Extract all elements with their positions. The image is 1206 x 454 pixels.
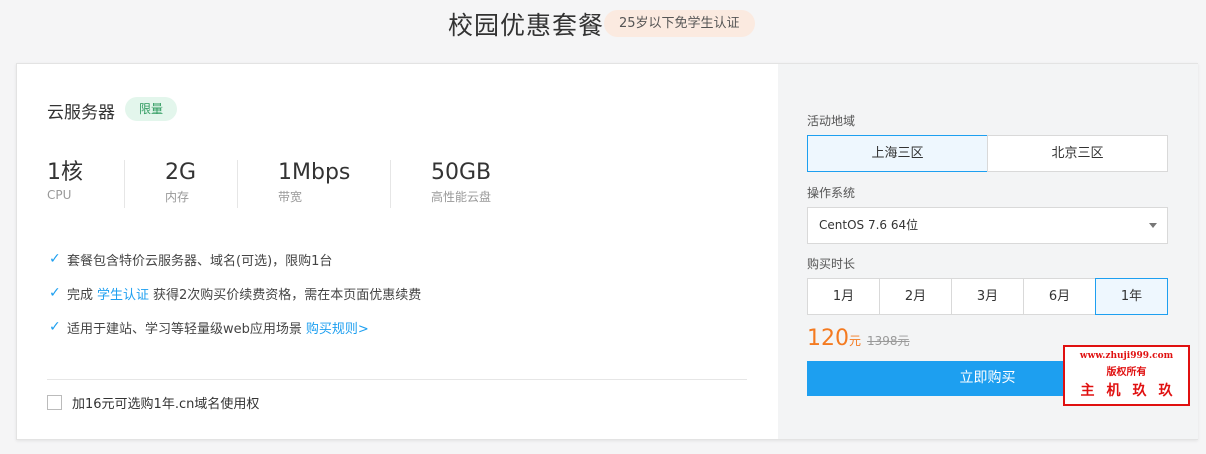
product-name: 云服务器 xyxy=(47,103,115,123)
duration-label: 购买时长 xyxy=(807,257,856,271)
feature-text: 获得2次购买价续费资格，需在本页面优惠续费 xyxy=(153,287,422,303)
spec-divider xyxy=(237,160,238,208)
spec-cpu: 1核 CPU xyxy=(47,158,83,202)
spec-bandwidth: 1Mbps 带宽 xyxy=(278,158,350,205)
watermark-brand: 主机玖玖 xyxy=(1080,383,1185,399)
purchase-rules-link[interactable]: 购买规则> xyxy=(306,318,369,337)
chevron-down-icon xyxy=(1149,223,1157,228)
spec-label: 高性能云盘 xyxy=(431,190,492,204)
feature-item: ✓ 套餐包含特价云服务器、域名(可选)，限购1台 xyxy=(49,249,332,269)
plan-card: 云服务器 限量 1核 CPU 2G 内存 1Mbps 带宽 50GB 高性能云盘… xyxy=(16,63,1198,440)
spec-disk: 50GB 高性能云盘 xyxy=(431,158,491,205)
spec-value: 50GB xyxy=(431,160,492,185)
spec-label: 带宽 xyxy=(278,190,303,204)
duration-selector: 1月 2月 3月 6月 1年 xyxy=(807,278,1168,315)
domain-addon-checkbox[interactable] xyxy=(47,395,62,410)
spec-memory: 2G 内存 xyxy=(165,158,196,205)
spec-divider xyxy=(124,160,125,208)
feature-item: ✓ 适用于建站、学习等轻量级web应用场景 购买规则> xyxy=(49,317,373,337)
duration-option-1m[interactable]: 1月 xyxy=(807,278,880,315)
spec-label: 内存 xyxy=(165,190,190,204)
check-icon: ✓ xyxy=(49,251,61,267)
plan-details: 云服务器 限量 1核 CPU 2G 内存 1Mbps 带宽 50GB 高性能云盘… xyxy=(17,64,778,439)
check-icon: ✓ xyxy=(49,285,61,301)
feature-item: ✓ 完成 学生认证 获得2次购买价续费资格，需在本页面优惠续费 xyxy=(49,283,421,303)
duration-option-3m[interactable]: 3月 xyxy=(951,278,1024,315)
student-badge: 25岁以下免学生认证 xyxy=(604,10,755,37)
watermark-stamp: www.zhuji999.com 版权所有 主机玖玖 xyxy=(1063,345,1190,406)
divider xyxy=(47,379,747,380)
original-price: 1398元 xyxy=(867,334,910,348)
feature-text: 完成 xyxy=(67,287,94,303)
duration-option-2m[interactable]: 2月 xyxy=(879,278,952,315)
spec-value: 1核 xyxy=(47,160,83,185)
duration-option-1y[interactable]: 1年 xyxy=(1095,278,1168,315)
region-option-beijing[interactable]: 北京三区 xyxy=(987,135,1168,172)
page-title: 校园优惠套餐 xyxy=(448,11,605,40)
price-display: 120 元 1398元 xyxy=(807,326,910,351)
price-unit: 元 xyxy=(849,334,862,348)
spec-value: 2G xyxy=(165,160,197,185)
duration-option-6m[interactable]: 6月 xyxy=(1023,278,1096,315)
watermark-url: www.zhuji999.com xyxy=(1079,351,1174,361)
os-label: 操作系统 xyxy=(807,186,856,200)
spec-divider xyxy=(390,160,391,208)
os-select[interactable]: CentOS 7.6 64位 xyxy=(807,207,1168,244)
check-icon: ✓ xyxy=(49,319,61,335)
student-auth-link[interactable]: 学生认证 xyxy=(97,284,149,303)
region-label: 活动地域 xyxy=(807,114,856,128)
feature-text: 套餐包含特价云服务器、域名(可选)，限购1台 xyxy=(67,253,333,269)
price-value: 120 xyxy=(807,326,849,351)
region-selector: 上海三区 北京三区 xyxy=(807,135,1168,172)
os-selected-value: CentOS 7.6 64位 xyxy=(819,218,919,232)
domain-addon-option[interactable]: 加16元可选购1年.cn域名使用权 xyxy=(47,393,259,412)
domain-addon-label: 加16元可选购1年.cn域名使用权 xyxy=(72,397,260,412)
feature-text: 适用于建站、学习等轻量级web应用场景 xyxy=(67,321,302,337)
region-option-shanghai[interactable]: 上海三区 xyxy=(807,135,988,172)
spec-label: CPU xyxy=(47,188,72,202)
watermark-copyright: 版权所有 xyxy=(1106,367,1147,378)
limited-badge: 限量 xyxy=(125,97,178,121)
spec-value: 1Mbps xyxy=(278,160,351,185)
